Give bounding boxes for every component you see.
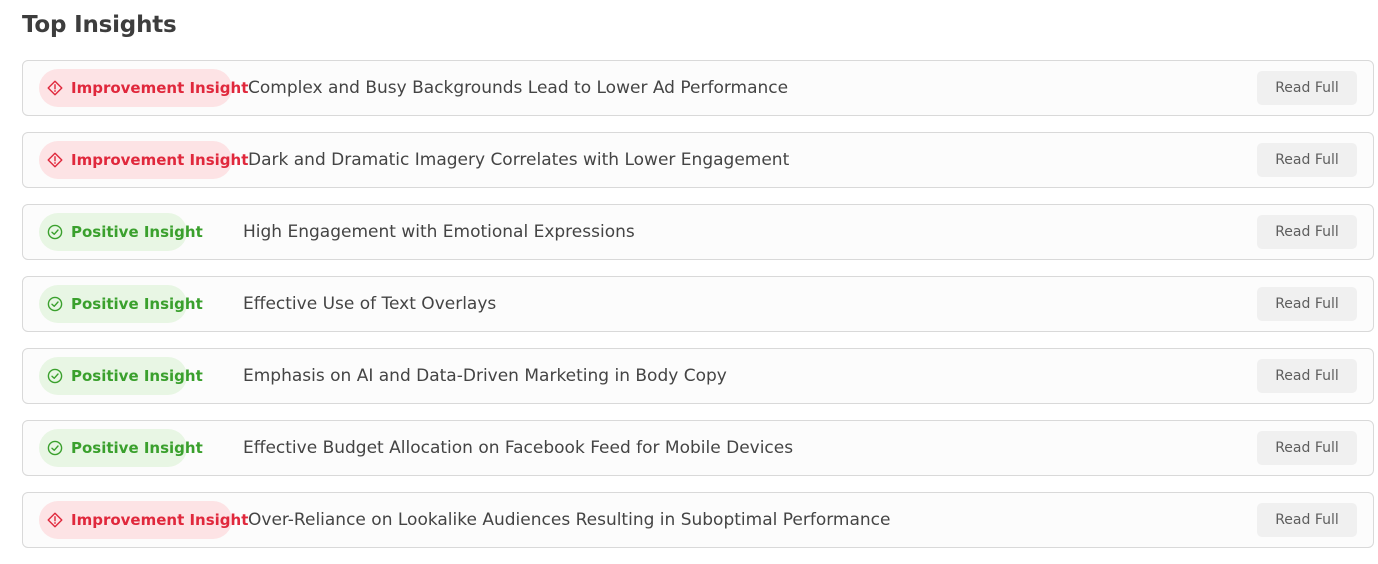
- read-full-button[interactable]: Read Full: [1257, 503, 1357, 537]
- insight-title: Effective Use of Text Overlays: [243, 294, 497, 314]
- check-circle-icon: [47, 296, 63, 312]
- insight-row: Improvement Insight Dark and Dramatic Im…: [22, 132, 1374, 188]
- read-full-button[interactable]: Read Full: [1257, 359, 1357, 393]
- insight-row: Positive Insight Effective Budget Alloca…: [22, 420, 1374, 476]
- insight-badge: Improvement Insight: [39, 69, 248, 107]
- insight-title: Emphasis on AI and Data-Driven Marketing…: [243, 366, 727, 386]
- insight-badge: Positive Insight: [39, 429, 203, 467]
- insight-title: High Engagement with Emotional Expressio…: [243, 222, 635, 242]
- insight-row: Improvement Insight Complex and Busy Bac…: [22, 60, 1374, 116]
- insight-title: Over-Reliance on Lookalike Audiences Res…: [248, 510, 891, 530]
- insight-row: Positive Insight Effective Use of Text O…: [22, 276, 1374, 332]
- diamond-alert-icon: [47, 512, 63, 528]
- diamond-alert-icon: [47, 80, 63, 96]
- check-circle-icon: [47, 224, 63, 240]
- insight-badge: Improvement Insight: [39, 141, 248, 179]
- insight-badge: Positive Insight: [39, 285, 203, 323]
- check-circle-icon: [47, 368, 63, 384]
- insight-badge-label: Positive Insight: [71, 223, 203, 241]
- read-full-button[interactable]: Read Full: [1257, 215, 1357, 249]
- insight-badge-label: Positive Insight: [71, 367, 203, 385]
- insight-badge-label: Improvement Insight: [71, 151, 249, 169]
- read-full-button[interactable]: Read Full: [1257, 287, 1357, 321]
- read-full-button[interactable]: Read Full: [1257, 143, 1357, 177]
- insight-badge-label: Improvement Insight: [71, 511, 249, 529]
- read-full-button[interactable]: Read Full: [1257, 431, 1357, 465]
- insight-list: Improvement Insight Complex and Busy Bac…: [22, 60, 1374, 564]
- page-title: Top Insights: [22, 12, 177, 38]
- insight-badge: Positive Insight: [39, 357, 203, 395]
- read-full-button[interactable]: Read Full: [1257, 71, 1357, 105]
- insight-row: Positive Insight Emphasis on AI and Data…: [22, 348, 1374, 404]
- diamond-alert-icon: [47, 152, 63, 168]
- insight-badge-label: Improvement Insight: [71, 79, 249, 97]
- insight-title: Dark and Dramatic Imagery Correlates wit…: [248, 150, 790, 170]
- insight-title: Complex and Busy Backgrounds Lead to Low…: [248, 78, 789, 98]
- insight-badge-label: Positive Insight: [71, 295, 203, 313]
- check-circle-icon: [47, 440, 63, 456]
- insight-badge: Improvement Insight: [39, 501, 248, 539]
- insight-title: Effective Budget Allocation on Facebook …: [243, 438, 794, 458]
- insight-row: Positive Insight High Engagement with Em…: [22, 204, 1374, 260]
- insight-badge: Positive Insight: [39, 213, 203, 251]
- insight-row: Improvement Insight Over-Reliance on Loo…: [22, 492, 1374, 548]
- insight-badge-label: Positive Insight: [71, 439, 203, 457]
